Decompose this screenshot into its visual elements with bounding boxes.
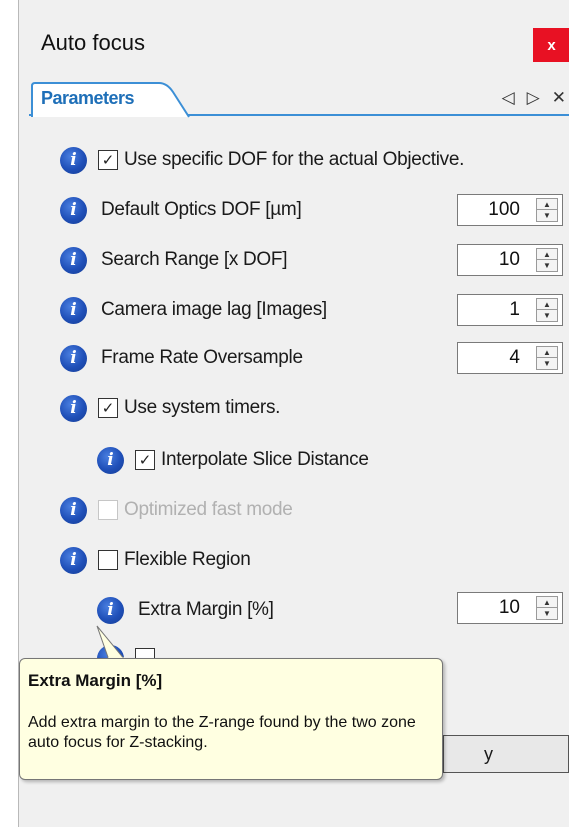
info-icon[interactable]: i — [60, 246, 87, 274]
row-use-specific-dof: i ✓ Use specific DOF for the actual Obje… — [60, 144, 464, 176]
partially-hidden-button-label: y — [484, 744, 493, 764]
search-range-spinbox[interactable]: 10 ▲ ▼ — [457, 244, 563, 276]
info-icon[interactable]: i — [97, 446, 124, 474]
flexible-region-label: Flexible Region — [124, 549, 251, 570]
desktop-background — [0, 0, 18, 827]
spin-buttons: ▲ ▼ — [536, 248, 558, 272]
info-icon[interactable]: i — [60, 546, 87, 574]
tooltip: Extra Margin [%] Add extra margin to the… — [19, 658, 443, 780]
spin-down-icon[interactable]: ▼ — [537, 358, 557, 369]
camera-image-lag-label: Camera image lag [Images] — [101, 299, 327, 320]
use-specific-dof-label: Use specific DOF for the actual Objectiv… — [124, 149, 465, 170]
use-system-timers-checkbox[interactable]: ✓ — [98, 398, 118, 418]
row-search-range: i Search Range [x DOF] — [60, 244, 288, 276]
info-icon[interactable]: i — [60, 296, 87, 324]
search-range-label: Search Range [x DOF] — [101, 249, 288, 270]
spin-buttons: ▲ ▼ — [536, 346, 558, 370]
tooltip-pointer — [96, 625, 127, 661]
info-icon[interactable]: i — [60, 146, 87, 174]
close-tab-icon[interactable]: ✕ — [552, 88, 566, 108]
scroll-right-icon[interactable]: ▷ — [527, 88, 540, 108]
info-icon[interactable]: i — [60, 496, 87, 524]
spin-up-icon[interactable]: ▲ — [537, 597, 557, 608]
interpolate-slice-distance-checkbox[interactable]: ✓ — [135, 450, 155, 470]
extra-margin-label: Extra Margin [%] — [138, 599, 274, 620]
frame-rate-oversample-spinbox[interactable]: 4 ▲ ▼ — [457, 342, 563, 374]
frame-rate-oversample-label: Frame Rate Oversample — [101, 347, 303, 368]
window-title: Auto focus — [41, 30, 145, 55]
close-icon: x — [547, 36, 556, 54]
close-button[interactable]: x — [533, 28, 569, 62]
tab-strip: Parameters ◁ ▷ ✕ — [29, 82, 569, 118]
camera-image-lag-value[interactable]: 1 — [458, 299, 528, 321]
spin-buttons: ▲ ▼ — [536, 596, 558, 620]
info-icon[interactable]: i — [97, 596, 124, 624]
row-optimized-fast-mode: i Optimized fast mode — [60, 494, 293, 526]
row-camera-image-lag: i Camera image lag [Images] — [60, 294, 327, 326]
spin-down-icon[interactable]: ▼ — [537, 310, 557, 321]
spin-up-icon[interactable]: ▲ — [537, 347, 557, 358]
spin-up-icon[interactable]: ▲ — [537, 299, 557, 310]
spin-down-icon[interactable]: ▼ — [537, 210, 557, 221]
extra-margin-value[interactable]: 10 — [458, 597, 528, 619]
search-range-value[interactable]: 10 — [458, 249, 528, 271]
flexible-region-checkbox[interactable] — [98, 550, 118, 570]
camera-image-lag-spinbox[interactable]: 1 ▲ ▼ — [457, 294, 563, 326]
tab-controls: ◁ ▷ ✕ — [502, 88, 566, 108]
spin-down-icon[interactable]: ▼ — [537, 260, 557, 271]
info-icon[interactable]: i — [60, 344, 87, 372]
info-icon[interactable]: i — [60, 196, 87, 224]
tab-parameters[interactable]: Parameters — [31, 82, 191, 118]
default-optics-dof-spinbox[interactable]: 100 ▲ ▼ — [457, 194, 563, 226]
tooltip-text: Add extra margin to the Z-range found by… — [28, 714, 416, 751]
row-use-system-timers: i ✓ Use system timers. — [60, 392, 280, 424]
row-flexible-region: i Flexible Region — [60, 544, 251, 576]
title-bar[interactable]: Auto focus x — [19, 0, 569, 78]
row-extra-margin: i Extra Margin [%] — [97, 594, 274, 626]
spin-down-icon[interactable]: ▼ — [537, 608, 557, 619]
tab-label: Parameters — [41, 88, 135, 108]
scroll-left-icon[interactable]: ◁ — [502, 88, 515, 108]
optimized-fast-mode-checkbox — [98, 500, 118, 520]
interpolate-slice-distance-label: Interpolate Slice Distance — [161, 449, 369, 470]
default-optics-dof-value[interactable]: 100 — [458, 199, 528, 221]
row-interpolate-slice-distance: i ✓ Interpolate Slice Distance — [97, 444, 369, 476]
row-frame-rate-oversample: i Frame Rate Oversample — [60, 342, 303, 374]
tooltip-title: Extra Margin [%] — [28, 671, 163, 690]
default-optics-dof-label: Default Optics DOF [µm] — [101, 199, 302, 220]
spin-up-icon[interactable]: ▲ — [537, 249, 557, 260]
info-icon[interactable]: i — [60, 394, 87, 422]
partially-hidden-button[interactable]: y — [443, 735, 569, 773]
use-system-timers-label: Use system timers. — [124, 397, 281, 418]
row-default-optics-dof: i Default Optics DOF [µm] — [60, 194, 302, 226]
spin-up-icon[interactable]: ▲ — [537, 199, 557, 210]
spin-buttons: ▲ ▼ — [536, 198, 558, 222]
use-specific-dof-checkbox[interactable]: ✓ — [98, 150, 118, 170]
spin-buttons: ▲ ▼ — [536, 298, 558, 322]
optimized-fast-mode-label: Optimized fast mode — [124, 499, 293, 520]
frame-rate-oversample-value[interactable]: 4 — [458, 347, 528, 369]
extra-margin-spinbox[interactable]: 10 ▲ ▼ — [457, 592, 563, 624]
